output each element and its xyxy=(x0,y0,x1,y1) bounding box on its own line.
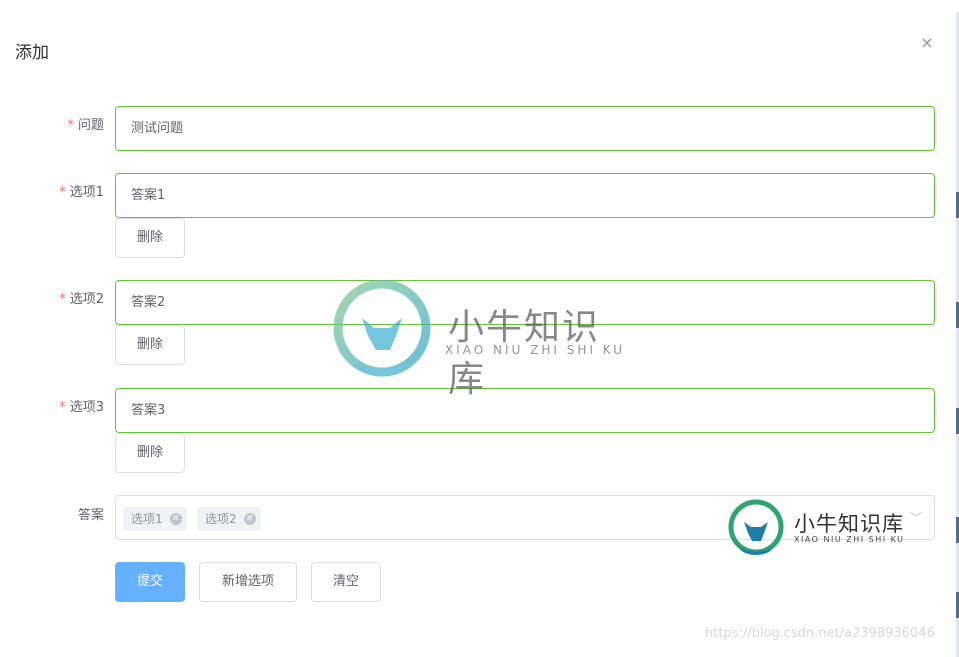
clear-button[interactable]: 清空 xyxy=(311,562,381,602)
dialog-title: 添加 xyxy=(15,43,49,63)
delete-option-1-button[interactable]: 删除 xyxy=(115,218,185,258)
watermark-large: 小牛知识库 XIAO NIU ZHI SHI KU xyxy=(332,279,632,400)
required-mark: * xyxy=(59,185,66,200)
answer-label: 答案 xyxy=(77,508,104,523)
answer-tag: 选项2 ✕ xyxy=(197,507,261,531)
close-icon[interactable]: × xyxy=(918,34,936,52)
answer-tag: 选项1 ✕ xyxy=(123,507,187,531)
circle-close-icon[interactable]: ✕ xyxy=(243,513,256,525)
delete-option-3-button[interactable]: 删除 xyxy=(115,433,185,473)
option-3-label: * 选项3 xyxy=(59,400,104,415)
submit-button[interactable]: 提交 xyxy=(115,562,185,602)
option-1-input[interactable]: 答案1 xyxy=(115,173,935,218)
watermark-logo-icon xyxy=(728,499,784,555)
question-label: * 问题 xyxy=(67,118,104,133)
option-1-label: * 选项1 xyxy=(59,185,104,200)
watermark-small: 小牛知识库 XIAO NIU ZHI SHI KU xyxy=(726,498,916,558)
option-2-label: * 选项2 xyxy=(59,292,104,307)
url-watermark: https://blog.csdn.net/a2398936046 xyxy=(705,626,935,641)
circle-close-icon[interactable]: ✕ xyxy=(169,513,182,525)
add-option-button[interactable]: 新增选项 xyxy=(199,562,297,602)
required-mark: * xyxy=(59,400,66,415)
watermark-logo-icon xyxy=(333,279,431,377)
delete-option-2-button[interactable]: 删除 xyxy=(115,325,185,365)
question-input[interactable]: 测试问题 xyxy=(115,106,935,151)
required-mark: * xyxy=(59,292,66,307)
required-mark: * xyxy=(67,118,74,133)
